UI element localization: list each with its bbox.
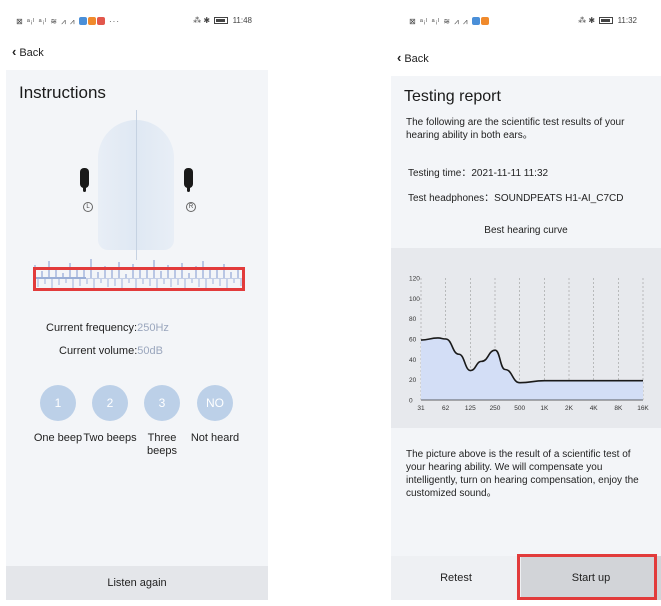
more-dots-icon: ··· xyxy=(109,17,120,26)
battery-icon xyxy=(214,17,229,24)
listen-again-button[interactable]: Listen again xyxy=(6,566,268,600)
testing-time-label: Testing time： xyxy=(408,168,472,179)
current-volume: Current volume:50dB xyxy=(59,345,163,357)
left-earbud-stem xyxy=(83,182,86,192)
testing-time-value: 2021-11-11 11:32 xyxy=(471,168,549,179)
y-tick-label: 0 xyxy=(409,398,413,405)
curve-area xyxy=(421,337,643,400)
back-button[interactable]: ‹ Back xyxy=(12,44,44,59)
app-icon xyxy=(78,17,87,25)
y-tick-label: 100 xyxy=(409,296,420,303)
testing-time: Testing time：2021-11-11 11:32 xyxy=(408,164,548,179)
back-label: Back xyxy=(19,47,44,59)
x-tick-label: 500 xyxy=(514,405,525,412)
app-icon xyxy=(87,17,96,25)
x-tick-label: 62 xyxy=(442,405,450,412)
notification-icons: ⁂ ✱ xyxy=(578,16,596,25)
chevron-left-icon: ‹ xyxy=(397,50,402,65)
report-explanation: The picture above is the result of a sci… xyxy=(406,449,639,499)
x-tick-label: 2K xyxy=(565,405,574,412)
x-tick-label: 125 xyxy=(465,405,476,412)
page-title: Instructions xyxy=(19,83,106,102)
frequency-value: 250Hz xyxy=(137,322,169,334)
y-tick-label: 40 xyxy=(409,357,417,364)
option-one-beep-label: One beep xyxy=(33,432,83,444)
battery-icon xyxy=(599,17,614,24)
app-icon xyxy=(96,17,105,25)
frequency-label: Current frequency: xyxy=(46,322,138,334)
head-divider xyxy=(136,110,137,260)
x-tick-label: 1K xyxy=(540,405,549,412)
option-not-heard-label: Not heard xyxy=(190,432,240,444)
testing-report-screen: ⊠ ᵃᵢˡ ᵃᵢˡ ≋ ⩘ ⩘ ⁂ ✱ 11:32 ‹ Back Testing … xyxy=(385,0,661,606)
back-label: Back xyxy=(404,53,429,65)
status-right: ⁂ ✱ 11:32 xyxy=(578,16,637,25)
option-one-beep-button[interactable]: 1 xyxy=(40,385,76,421)
status-bar: ⊠ ᵃᵢˡ ᵃᵢˡ ≋ ⩘ ⩘ ⁂ ✱ 11:32 xyxy=(385,14,661,30)
headphones-value: SOUNDPEATS H1-AI_C7CD xyxy=(494,193,624,204)
y-tick-label: 80 xyxy=(409,316,417,323)
option-not-heard-button[interactable]: NO xyxy=(197,385,233,421)
volume-label: Current volume: xyxy=(59,345,138,357)
right-earbud-stem xyxy=(187,182,190,192)
left-ear-marker: L xyxy=(83,202,93,212)
status-icons: ⊠ ᵃᵢˡ ᵃᵢˡ ≋ ⩘ ⩘ xyxy=(409,17,490,27)
status-icons: ⊠ ᵃᵢˡ ᵃᵢˡ ≋ ⩘ ⩘ ··· xyxy=(16,17,120,27)
status-time: 11:48 xyxy=(232,16,252,25)
app-icon xyxy=(471,17,480,25)
hearing-curve-svg: 0 20 40 60 80 100 120 31 62 125 250 500 1K 2K 4K 8K 16K xyxy=(409,276,649,413)
x-tick-label: 31 xyxy=(417,405,425,412)
y-tick-label: 20 xyxy=(409,377,417,384)
headphones-label: Test headphones： xyxy=(408,193,495,204)
back-button[interactable]: ‹ Back xyxy=(397,50,429,65)
notification-icons: ⁂ ✱ xyxy=(193,16,211,25)
option-three-beeps-label: Three beeps xyxy=(147,432,177,457)
status-left-text: ⊠ ᵃᵢˡ ᵃᵢˡ ≋ ⩘ ⩘ xyxy=(16,17,76,26)
chevron-left-icon: ‹ xyxy=(12,44,17,59)
retest-button[interactable]: Retest xyxy=(391,556,521,600)
option-two-beeps-button[interactable]: 2 xyxy=(92,385,128,421)
status-bar: ⊠ ᵃᵢˡ ᵃᵢˡ ≋ ⩘ ⩘ ··· ⁂ ✱ 11:48 xyxy=(0,14,276,30)
volume-value: 50dB xyxy=(137,345,163,357)
x-tick-label: 8K xyxy=(614,405,623,412)
instructions-screen: ⊠ ᵃᵢˡ ᵃᵢˡ ≋ ⩘ ⩘ ··· ⁂ ✱ 11:48 ‹ Back Inst… xyxy=(0,0,276,606)
page-title: Testing report xyxy=(404,88,501,105)
y-tick-label: 60 xyxy=(409,337,417,344)
x-tick-label: 250 xyxy=(490,405,501,412)
y-tick-label: 120 xyxy=(409,276,420,283)
status-right: ⁂ ✱ 11:48 xyxy=(193,16,252,25)
option-two-beeps-label: Two beeps xyxy=(83,432,137,444)
test-headphones: Test headphones：SOUNDPEATS H1-AI_C7CD xyxy=(408,189,623,204)
head-illustration: L R xyxy=(76,110,196,260)
report-card: Testing report The following are the sci… xyxy=(391,76,661,600)
status-left-text: ⊠ ᵃᵢˡ ᵃᵢˡ ≋ ⩘ ⩘ xyxy=(409,17,469,26)
instructions-card: Instructions L R Current frequency:250Hz… xyxy=(6,70,268,600)
report-intro: The following are the scientific test re… xyxy=(406,117,625,141)
app-icon xyxy=(480,17,489,25)
x-tick-label: 16K xyxy=(637,405,649,412)
right-ear-marker: R xyxy=(186,202,196,212)
highlight-box-start-up xyxy=(517,554,657,600)
highlight-box-progress xyxy=(33,267,245,291)
current-frequency: Current frequency:250Hz xyxy=(46,322,169,334)
status-time: 11:32 xyxy=(617,16,637,25)
option-three-beeps-button[interactable]: 3 xyxy=(144,385,180,421)
hearing-curve-chart: 0 20 40 60 80 100 120 31 62 125 250 500 1K 2K 4K 8K 16K xyxy=(391,248,661,428)
chart-title: Best hearing curve xyxy=(484,225,568,236)
x-tick-label: 4K xyxy=(590,405,599,412)
